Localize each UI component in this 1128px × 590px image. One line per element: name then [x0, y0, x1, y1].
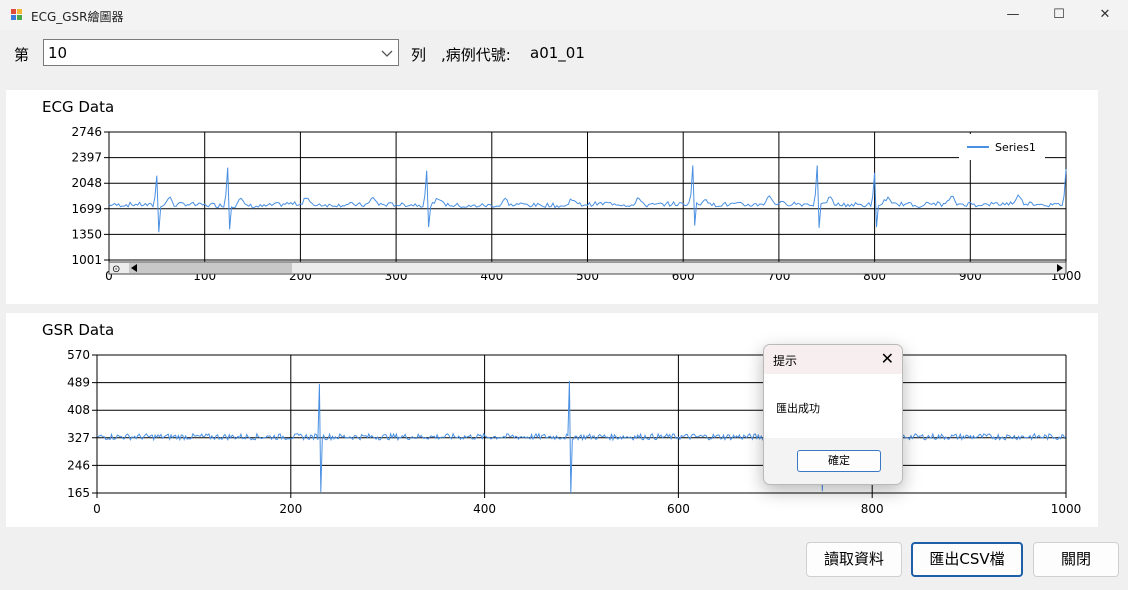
row-suffix-label: 列 [411, 46, 427, 64]
dialog-close-icon[interactable]: ✕ [881, 349, 894, 368]
case-code-value: a01_01 [530, 44, 585, 62]
chevron-down-icon [381, 50, 393, 57]
x-tick-label: 600 [667, 502, 690, 516]
y-tick-label: 1699 [71, 202, 102, 216]
dialog-message: 匯出成功 [776, 402, 820, 415]
y-tick-label: 1001 [71, 253, 102, 267]
legend-label: Series1 [995, 141, 1036, 154]
message-dialog: 提示 ✕ 匯出成功 確定 [763, 344, 903, 485]
y-tick-label: 246 [67, 458, 90, 472]
zoom-reset-icon[interactable]: ⊙ [112, 264, 120, 275]
close-button[interactable]: 關閉 [1033, 542, 1119, 577]
app-icon [11, 9, 23, 21]
read-data-button[interactable]: 讀取資料 [806, 542, 902, 577]
export-csv-button[interactable]: 匯出CSV檔 [911, 542, 1023, 577]
y-tick-label: 327 [67, 431, 90, 445]
dialog-header: 提示 ✕ [764, 345, 902, 374]
ecg-chart-panel: ECG Data 2746 2397 2048 1699 1350 1001 0 100 200… [6, 90, 1098, 304]
y-tick-label: 165 [67, 486, 90, 500]
dialog-body: 匯出成功 [764, 374, 902, 438]
row-prefix-label: 第 [14, 46, 30, 64]
dialog-ok-button[interactable]: 確定 [797, 450, 881, 472]
window-title: ECG_GSR繪圖器 [31, 10, 124, 24]
y-tick-label: 408 [67, 403, 90, 417]
ecg-scrollbar-thumb[interactable] [129, 263, 292, 273]
row-select-value: 10 [48, 44, 68, 62]
y-tick-label: 2048 [71, 176, 102, 190]
maximize-icon[interactable]: ☐ [1036, 0, 1082, 30]
case-code-label: ,病例代號: [441, 46, 511, 64]
y-tick-label: 1350 [71, 227, 102, 241]
x-tick-label: 1000 [1051, 502, 1082, 516]
x-tick-label: 200 [279, 502, 302, 516]
gsr-chart-panel: GSR Data 570 489 408 327 246 165 0 200 400 600 800… [6, 313, 1098, 527]
minimize-icon[interactable]: — [990, 0, 1036, 30]
x-tick-label: 400 [473, 502, 496, 516]
x-tick-label: 0 [93, 502, 101, 516]
row-select[interactable]: 10 [43, 39, 399, 66]
ecg-chart: 2746239720481699135010010 100 200 300 400 500… [71, 125, 1081, 283]
close-icon[interactable]: ✕ [1082, 0, 1128, 30]
y-tick-label: 2746 [71, 125, 102, 139]
y-tick-label: 570 [67, 348, 90, 362]
gsr-chart: 570 489 408 327 246 1650 200 400 600 800 1000 [67, 348, 1082, 516]
y-tick-label: 2397 [71, 151, 102, 165]
title-bar: ECG_GSR繪圖器 — ☐ ✕ [0, 0, 1128, 30]
gsr-series-line [96, 380, 1066, 494]
x-tick-label: 800 [861, 502, 884, 516]
y-tick-label: 489 [67, 376, 90, 390]
dialog-title: 提示 [773, 354, 798, 368]
